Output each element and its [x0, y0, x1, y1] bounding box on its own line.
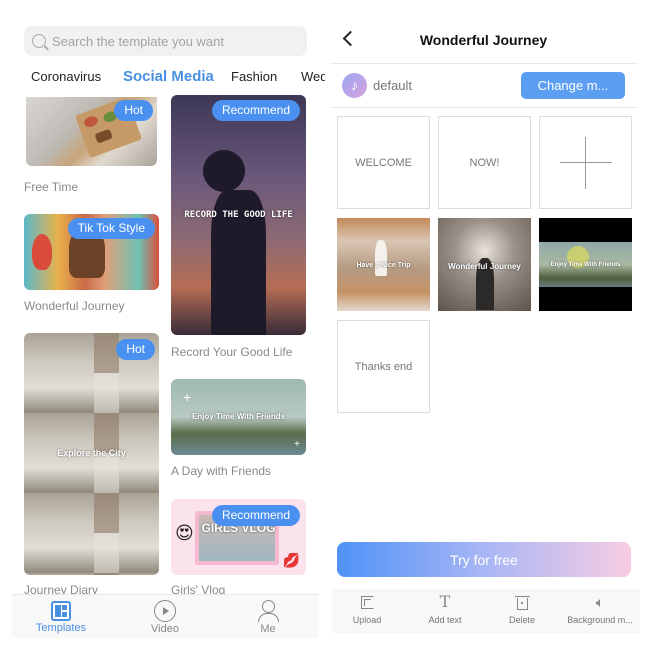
- text-icon: T: [439, 592, 451, 611]
- add-text-button[interactable]: T Add text: [407, 592, 483, 626]
- woman-image: [375, 240, 387, 276]
- template-card-free-time[interactable]: Hot: [26, 97, 157, 166]
- silhouette-head: [203, 150, 245, 192]
- slot-image-wonderful-journey[interactable]: Wonderful Journey: [438, 218, 531, 311]
- trash-icon: [514, 595, 530, 610]
- templates-icon: [51, 601, 71, 621]
- slot-overlay-text: Wonderful Journey: [448, 262, 521, 271]
- template-title: Wonderful Journey: [24, 299, 125, 313]
- divider: [330, 107, 638, 108]
- background-music-button[interactable]: 🔈︎ Background m...: [562, 593, 638, 625]
- slot-image-nice-trip[interactable]: Have a Nice Trip: [337, 218, 430, 311]
- tab-coronavirus[interactable]: Coronavirus: [31, 69, 101, 84]
- music-note-icon: ♪: [342, 73, 367, 98]
- badge-hot: Hot: [114, 100, 153, 121]
- change-music-button[interactable]: Change m...: [521, 72, 625, 99]
- balloon-image: [32, 234, 52, 270]
- tool-label: Background m...: [567, 615, 633, 625]
- template-title: A Day with Friends: [171, 464, 272, 478]
- add-slot-button[interactable]: [539, 116, 632, 209]
- tab-wedding[interactable]: Wedding: [301, 69, 325, 84]
- music-name: default: [373, 78, 413, 93]
- slot-label: NOW!: [469, 156, 500, 169]
- slot-now[interactable]: NOW!: [438, 116, 531, 209]
- nav-label: Templates: [35, 622, 87, 634]
- page-title: Wonderful Journey: [419, 32, 548, 48]
- overlay-text: Enjoy Time With Friends: [191, 412, 286, 421]
- badge-hot: Hot: [116, 339, 155, 360]
- category-tabs: Coronavirus Social Media Fashion Wedding: [0, 62, 325, 90]
- sparkle-icon: +: [294, 439, 300, 450]
- template-browser-panel: Coronavirus Social Media Fashion Wedding…: [0, 0, 325, 649]
- nav-me[interactable]: Me: [228, 597, 308, 635]
- delete-button[interactable]: Delete: [484, 593, 560, 625]
- search-bar[interactable]: [24, 26, 307, 56]
- template-title: Record Your Good Life: [171, 345, 293, 359]
- badge-recommend: Recommend: [211, 505, 300, 526]
- slot-welcome[interactable]: WELCOME: [337, 116, 430, 209]
- tab-fashion[interactable]: Fashion: [231, 69, 277, 84]
- slot-label: WELCOME: [355, 156, 412, 169]
- template-card-day-with-friends[interactable]: + Enjoy Time With Friends +: [171, 379, 306, 455]
- nav-label: Video: [151, 623, 179, 635]
- user-icon: [257, 600, 279, 622]
- slot-label: Thanks end: [354, 360, 413, 373]
- divider: [330, 63, 638, 64]
- tab-social-media[interactable]: Social Media: [123, 68, 214, 85]
- overlay-text: RECORD THE GOOD LIFE: [184, 210, 293, 220]
- nav-templates[interactable]: Templates: [21, 597, 101, 634]
- speaker-icon: 🔈︎: [595, 594, 605, 610]
- tool-label: Delete: [508, 615, 535, 625]
- sparkle-icon: +: [183, 389, 192, 405]
- search-icon: [32, 34, 46, 48]
- template-title: Free Time: [24, 180, 79, 194]
- upload-button[interactable]: Upload: [329, 593, 405, 625]
- tool-label: Upload: [352, 615, 382, 625]
- template-card-girls-vlog[interactable]: GIRLS VLOG 😍 💋 Recommend: [171, 499, 306, 575]
- nav-video[interactable]: Video: [125, 597, 205, 635]
- overlay-text: Explore the City: [57, 448, 126, 458]
- slot-thanks-end[interactable]: Thanks end: [337, 320, 430, 413]
- slot-image-enjoy-friends[interactable]: Enjoy Time With Friends: [539, 218, 632, 311]
- plus-icon: [559, 136, 612, 189]
- slot-overlay-text: Have a Nice Trip: [356, 262, 411, 269]
- editor-toolbar: Upload T Add text Delete 🔈︎ Background m…: [332, 589, 640, 633]
- tool-label: Add text: [428, 615, 462, 625]
- bottom-navigation: Templates Video Me: [12, 594, 319, 638]
- heart-eyes-emoji-icon: 😍: [175, 523, 194, 543]
- nav-label: Me: [260, 623, 276, 635]
- play-circle-icon: [154, 600, 176, 622]
- try-for-free-button[interactable]: Try for free: [337, 542, 631, 577]
- template-card-wonderful-journey[interactable]: Tik Tok Style: [24, 214, 159, 290]
- slot-overlay-text: Enjoy Time With Friends: [550, 262, 621, 268]
- template-card-journey-diary[interactable]: Explore the City Hot: [24, 333, 159, 575]
- template-card-record-good-life[interactable]: RECORD THE GOOD LIFE Recommend: [171, 95, 306, 335]
- upload-icon: [360, 595, 374, 609]
- template-editor-panel: Wonderful Journey ♪ default Change m... …: [330, 0, 650, 649]
- badge-recommend: Recommend: [211, 100, 300, 121]
- lips-icon: 💋: [282, 552, 300, 568]
- search-input[interactable]: [52, 33, 292, 49]
- badge-tiktok-style: Tik Tok Style: [67, 218, 155, 239]
